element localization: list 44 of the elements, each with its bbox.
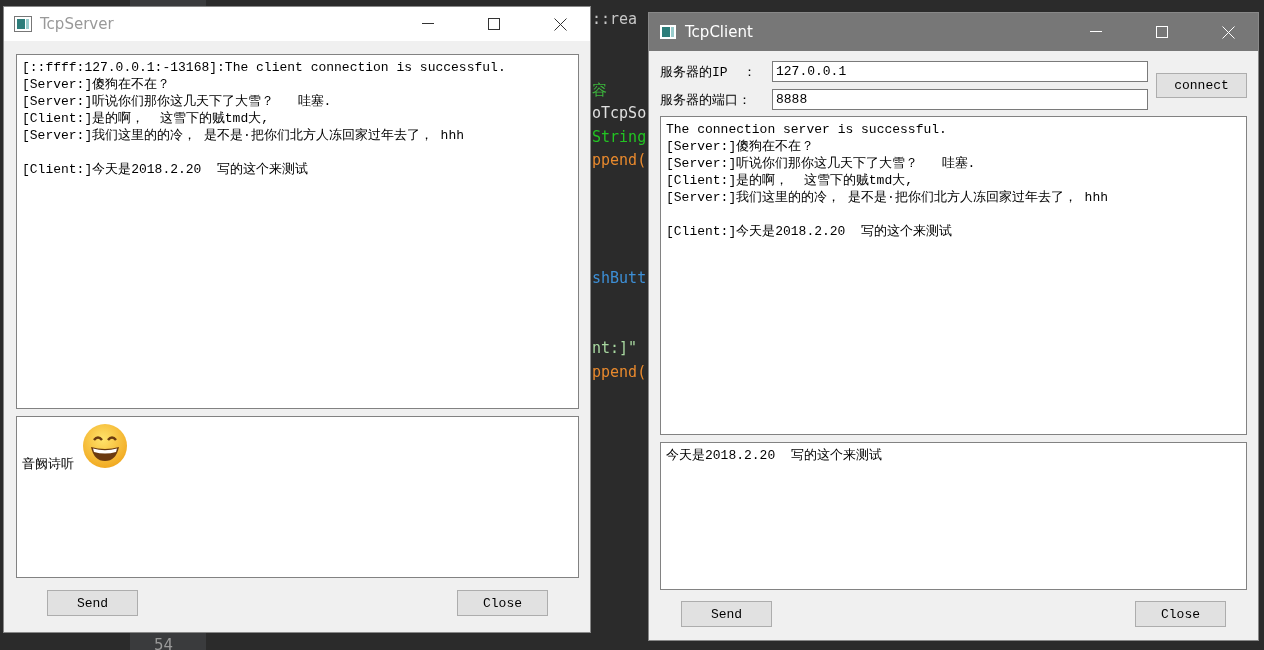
input-field[interactable]: 127.0.0.1 [772,61,1148,82]
log-line: [Server:]我们这里的的冷， 是不是·把你们北方人冻回家过年去了， hhh [666,189,1110,206]
code-text: 容 [592,80,607,99]
app-icon [659,24,677,40]
log-line: [Client:]今天是2018.2.20 写的这个来测试 [666,223,954,240]
log-line: [Server:]傻狗在不在？ [22,76,172,93]
code-text: String [592,127,647,146]
log-line: [Client:]今天是2018.2.20 写的这个来测试 [22,161,310,178]
code-text: ppend( [592,151,647,169]
log-line: [Server:]傻狗在不在？ [666,138,816,155]
dialog-button[interactable]: Close [457,590,548,616]
code-text: ::rea [592,10,638,28]
dialog-button[interactable]: Close [1135,601,1226,627]
window-title: TcpServer [40,15,114,33]
log-line: [Server:]听说你们那你这几天下了大雪？ 哇塞. [22,93,333,110]
log-line: [Client:]是的啊， 这雪下的贼tmd大, [22,110,271,127]
code-text: shButt [592,268,647,287]
code-text: oTcpSo [592,104,647,122]
connect-button[interactable]: connect [1156,73,1247,98]
dialog-button[interactable]: Send [681,601,772,627]
maximize-icon[interactable] [488,18,500,30]
field-label: 服务器的端口： [660,91,752,109]
message-log[interactable]: The connection server is successful. [Server:]傻狗在不在？ [Server:]听说你们那你这几天下了大雪？ 哇塞. [Client:]是的啊， 这雪下的贼tmd大, [Server:]我们这里的的冷， 是不是·把你们北方人冻回家过年去了， hhh [Client:]今天是2018.2.20 写的这个来测试 [660,116,1247,435]
input-field[interactable]: 8888 [772,89,1148,110]
input-text: 今天是2018.2.20 写的这个来测试 [666,448,882,463]
input-text: 音阙诗听 [22,456,74,473]
line-number: 54 [154,636,174,650]
log-line: [::ffff:127.0.0.1:-13168]:The client connection is successful. [22,59,507,76]
message-input[interactable]: 音阙诗听 [16,416,579,578]
dialog-button[interactable]: Send [47,590,138,616]
code-text: ppend( [592,362,647,381]
code-text: nt:]" [592,339,638,357]
field-label: 服务器的IP ： [660,63,758,81]
message-input[interactable]: 今天是2018.2.20 写的这个来测试 [660,442,1247,590]
app-icon [14,16,32,32]
window-title: TcpClient [685,23,753,41]
message-log[interactable] [16,54,579,409]
log-line: [Server:]我们这里的的冷， 是不是·把你们北方人冻回家过年去了， hhh [22,127,466,144]
log-line: [Client:]是的啊， 这雪下的贼tmd大, [666,172,915,189]
close-icon[interactable] [554,17,567,31]
minimize-icon[interactable] [422,23,434,25]
log-line: The connection server is successful. [666,121,948,138]
grinning-emoji-icon [82,423,128,469]
log-line: [Server:]听说你们那你这几天下了大雪？ 哇塞. [666,155,977,172]
